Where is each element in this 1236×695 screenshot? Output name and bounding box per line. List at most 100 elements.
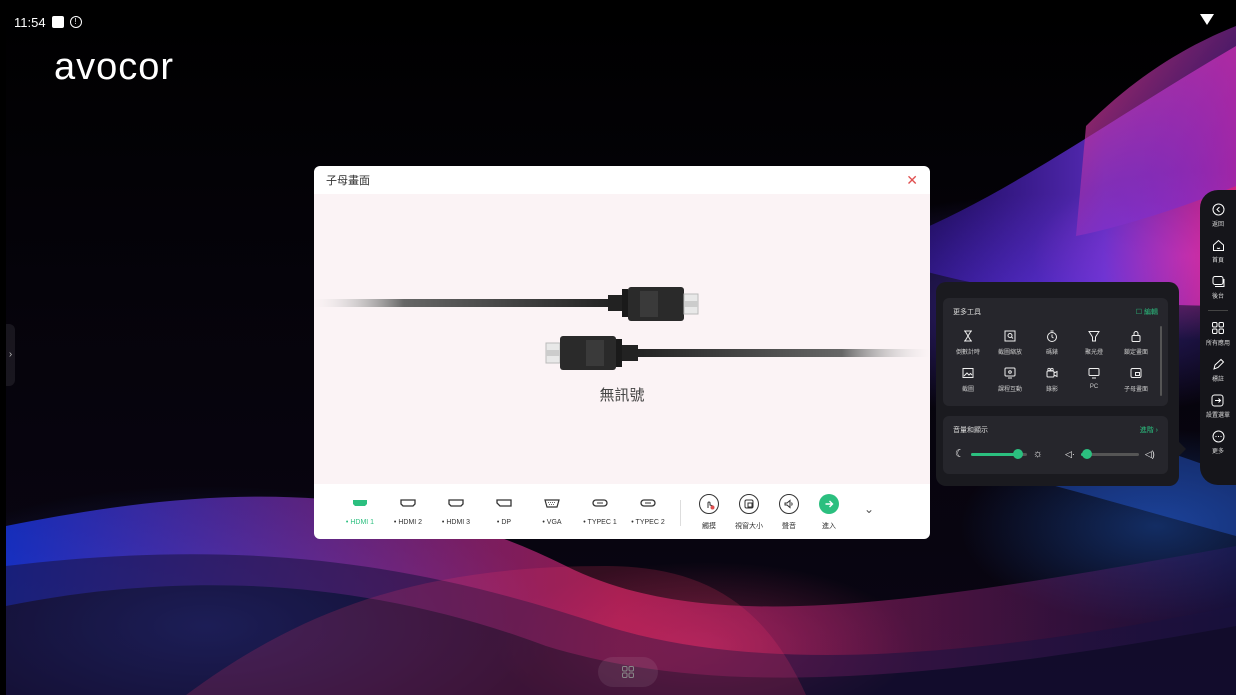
source-typec-1[interactable]: • TYPEC 1 (576, 494, 624, 526)
more-tools-panel: 更多工具 ☐ 編輯 倒數計時 截圖縮放 碼錶 聚光燈 鎖定畫面 截圖 課程互動 … (936, 282, 1186, 486)
tool-label: 聚光燈 (1084, 350, 1103, 356)
hourglass-icon (961, 329, 975, 343)
wifi-icon (1200, 14, 1214, 25)
brightness-slider[interactable] (970, 449, 1027, 459)
spotlight-icon (1087, 329, 1101, 343)
edit-button[interactable]: ☐ 編輯 (1136, 307, 1158, 317)
usb-c-icon (591, 494, 609, 512)
volume-knob[interactable] (1081, 449, 1092, 459)
more-tools-card: 更多工具 ☐ 編輯 倒數計時 截圖縮放 碼錶 聚光燈 鎖定畫面 截圖 課程互動 … (943, 298, 1168, 406)
sidebar-item-label: 更多 (1211, 449, 1224, 455)
sidebar-item-all-apps[interactable]: 所有應用 (1206, 321, 1230, 347)
sidebar-item-settings[interactable]: 設置選單 (1206, 393, 1230, 419)
sound-button[interactable]: 聲音 (769, 494, 809, 531)
touch-button[interactable]: 觸摸 (689, 494, 729, 531)
tool-spotlight[interactable]: 聚光燈 (1075, 329, 1113, 356)
usb-c-icon (639, 494, 657, 512)
source-divider (680, 500, 681, 526)
tool-countdown[interactable]: 倒數計時 (949, 329, 987, 356)
stopwatch-icon (1045, 329, 1059, 343)
window-size-icon (739, 494, 759, 514)
tools-scrollbar[interactable] (1160, 326, 1162, 396)
sidebar-item-home[interactable]: 首頁 (1211, 238, 1225, 264)
brightness-knob[interactable] (1013, 449, 1024, 459)
source-label: VGA (546, 519, 562, 526)
app-drawer-button[interactable] (598, 657, 658, 687)
tool-label: 截圖 (961, 387, 974, 393)
more-icon (1211, 429, 1225, 443)
sidebar-item-annotate[interactable]: 標註 (1211, 357, 1225, 383)
sidebar-item-recent[interactable]: 後台 (1211, 274, 1225, 300)
speaker-icon (779, 494, 799, 514)
left-panel-handle[interactable]: › (6, 324, 15, 386)
audio-display-card: 音量和顯示 進階 › ☾ ☼ ◁· ◁) (943, 416, 1168, 474)
source-dp[interactable]: • DP (480, 494, 528, 526)
sound-label: 聲音 (782, 523, 796, 530)
hdmi-icon (399, 494, 417, 512)
audio-display-title: 音量和顯示 (953, 427, 988, 434)
no-signal-text: 無訊號 (599, 387, 645, 404)
source-hdmi-1[interactable]: • HDMI 1 (336, 494, 384, 526)
source-hdmi-3[interactable]: • HDMI 3 (432, 494, 480, 526)
source-hdmi-2[interactable]: • HDMI 2 (384, 494, 432, 526)
source-label: TYPEC 2 (635, 519, 665, 526)
vga-icon (543, 494, 561, 512)
displayport-icon (495, 494, 513, 512)
tool-label: 倒數計時 (955, 350, 980, 356)
tool-zoom-capture[interactable]: 截圖縮放 (991, 329, 1029, 356)
tool-screenshot[interactable]: 截圖 (949, 366, 987, 393)
record-icon (1045, 366, 1059, 380)
all-apps-icon (1211, 321, 1225, 335)
tool-label: 錄影 (1045, 387, 1058, 393)
source-label: HDMI 1 (350, 519, 375, 526)
tool-pip[interactable]: 子母畫面 (1117, 366, 1155, 393)
tool-label: PC (1089, 384, 1099, 390)
enter-button[interactable]: 進入 (809, 494, 849, 531)
advanced-link[interactable]: 進階 › (1140, 425, 1158, 435)
source-label: HDMI 2 (398, 519, 423, 526)
sidebar-divider (1208, 310, 1228, 311)
dialog-header: 子母畫面 ✕ (314, 166, 930, 194)
close-icon[interactable]: ✕ (906, 172, 918, 189)
source-vga[interactable]: • VGA (528, 494, 576, 526)
tool-label: 鎖定畫面 (1123, 350, 1148, 356)
tool-classroom[interactable]: 課程互動 (991, 366, 1029, 393)
source-typec-2[interactable]: • TYPEC 2 (624, 494, 672, 526)
screenshot-icon (961, 366, 975, 380)
pip-preview: 無訊號 (314, 194, 930, 484)
tool-stopwatch[interactable]: 碼錶 (1033, 329, 1071, 356)
pip-icon (1129, 366, 1143, 380)
sidebar-item-label: 設置選單 (1205, 413, 1230, 419)
source-label: HDMI 3 (446, 519, 471, 526)
clock: 11:54 (14, 14, 46, 30)
sidebar-item-back[interactable]: 返回 (1211, 202, 1225, 228)
moon-icon: ☾ (955, 448, 965, 460)
enter-label: 進入 (822, 523, 836, 530)
sidebar-item-label: 所有應用 (1205, 341, 1230, 347)
volume-high-icon: ◁) (1144, 449, 1155, 459)
monitor-icon (1087, 366, 1101, 380)
touch-label: 觸摸 (702, 523, 716, 530)
chevron-down-icon[interactable]: ⌄ (859, 494, 879, 516)
more-tools-title: 更多工具 (953, 309, 981, 316)
source-bar: • HDMI 1 • HDMI 2 • HDMI 3 • DP • VGA • … (314, 484, 930, 539)
source-label: DP (501, 519, 512, 526)
source-label: TYPEC 1 (587, 519, 617, 526)
tool-record[interactable]: 錄影 (1033, 366, 1071, 393)
hdmi-cable-illustration (314, 287, 930, 370)
volume-slider[interactable] (1080, 449, 1139, 459)
sidebar-item-label: 返回 (1211, 222, 1224, 228)
back-icon (1211, 202, 1225, 216)
sidebar-item-more[interactable]: 更多 (1211, 429, 1225, 455)
sidebar-item-label: 標註 (1211, 377, 1224, 383)
brand-logo: avocor (54, 46, 175, 88)
window-size-label: 視窗大小 (735, 523, 763, 530)
tool-pc[interactable]: PC (1075, 366, 1113, 393)
lock-icon (1129, 329, 1143, 343)
tool-lock-screen[interactable]: 鎖定畫面 (1117, 329, 1155, 356)
window-size-button[interactable]: 視窗大小 (729, 494, 769, 531)
sidebar-item-label: 後台 (1211, 294, 1224, 300)
brightness-fill (970, 453, 1019, 456)
hdmi-icon (447, 494, 465, 512)
home-icon (1211, 238, 1225, 252)
